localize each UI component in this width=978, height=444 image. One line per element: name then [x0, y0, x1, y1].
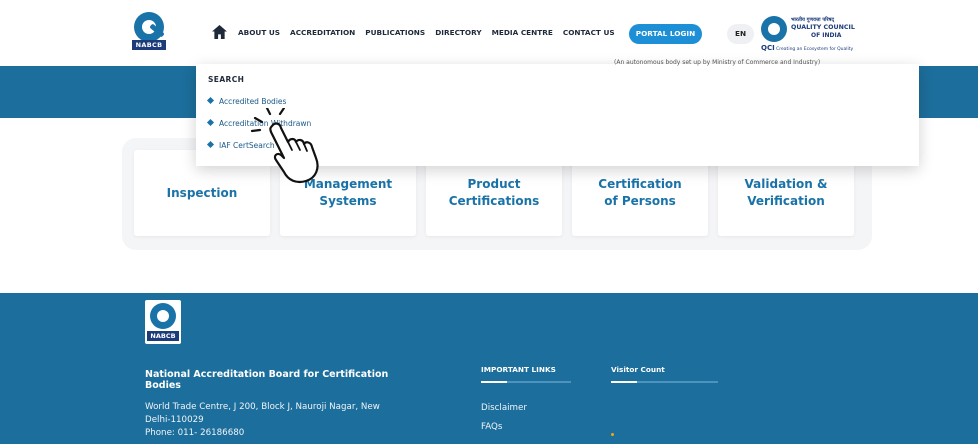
dropdown-title: SEARCH: [208, 75, 245, 84]
qci-mark-icon: [761, 16, 787, 42]
qci-name-line2: OF INDIA: [811, 32, 842, 39]
main-nav: ABOUT US ACCREDITATION PUBLICATIONS DIRE…: [238, 27, 625, 39]
banner-note: (An autonomous body set up by Ministry o…: [614, 59, 821, 66]
nav-accreditation[interactable]: ACCREDITATION: [290, 27, 355, 39]
home-icon[interactable]: [212, 25, 227, 39]
qci-abbr: QCI: [761, 44, 775, 52]
address-line-2: Delhi-110029: [145, 415, 204, 425]
nabcb-logo[interactable]: NABCB: [132, 12, 166, 50]
address-line-1: World Trade Centre, J 200, Block J, Naur…: [145, 402, 380, 412]
portal-login-button[interactable]: PORTAL LOGIN: [629, 24, 702, 44]
site-footer: NABCB National Accreditation Board for C…: [0, 293, 978, 444]
footer-logo-tag: NABCB: [147, 331, 179, 341]
nav-about-us[interactable]: ABOUT US: [238, 27, 280, 39]
dropdown-item-accredited-bodies[interactable]: Accredited Bodies: [206, 96, 286, 106]
site-header: NABCB ABOUT US ACCREDITATION PUBLICATION…: [0, 0, 978, 66]
visitor-count-divider: [611, 381, 718, 383]
footer-address: World Trade Centre, J 200, Block J, Naur…: [145, 401, 425, 440]
footer-nabcb-logo[interactable]: NABCB: [145, 300, 181, 344]
nav-directory[interactable]: DIRECTORY: [435, 27, 481, 39]
diamond-bullet-icon: [206, 118, 215, 127]
logo-tag: NABCB: [132, 40, 166, 50]
important-links-divider: [481, 381, 571, 383]
qci-tagline: Creating an Ecosystem for Quality: [776, 47, 854, 52]
qci-name-line1: QUALITY COUNCIL: [791, 24, 855, 31]
nav-contact-us[interactable]: CONTACT US: [563, 27, 615, 39]
diamond-bullet-icon: [206, 96, 215, 105]
language-selector[interactable]: EN: [727, 24, 754, 44]
diamond-bullet-icon: [206, 140, 215, 149]
footer-link-faqs[interactable]: FAQs: [481, 422, 502, 432]
visitor-count-title: Visitor Count: [611, 365, 665, 374]
nav-publications[interactable]: PUBLICATIONS: [365, 27, 425, 39]
qci-tagline-row: QCI Creating an Ecosystem for Quality: [761, 44, 853, 52]
nav-media-centre[interactable]: MEDIA CENTRE: [492, 27, 553, 39]
footer-org-name: National Accreditation Board for Certifi…: [145, 369, 389, 391]
pointer-hand-icon: [250, 108, 319, 184]
visitor-counter-indicator: [611, 433, 614, 436]
footer-link-disclaimer[interactable]: Disclaimer: [481, 403, 527, 413]
qci-hindi-name: भारतीय गुणवत्ता परिषद्: [791, 17, 835, 23]
qci-logo[interactable]: भारतीय गुणवत्ता परिषद् QUALITY COUNCIL O…: [761, 16, 865, 52]
important-links-title: IMPORTANT LINKS: [481, 365, 556, 374]
footer-phone: Phone: 011- 26186680: [145, 428, 245, 438]
q-mark-icon: [150, 303, 176, 329]
